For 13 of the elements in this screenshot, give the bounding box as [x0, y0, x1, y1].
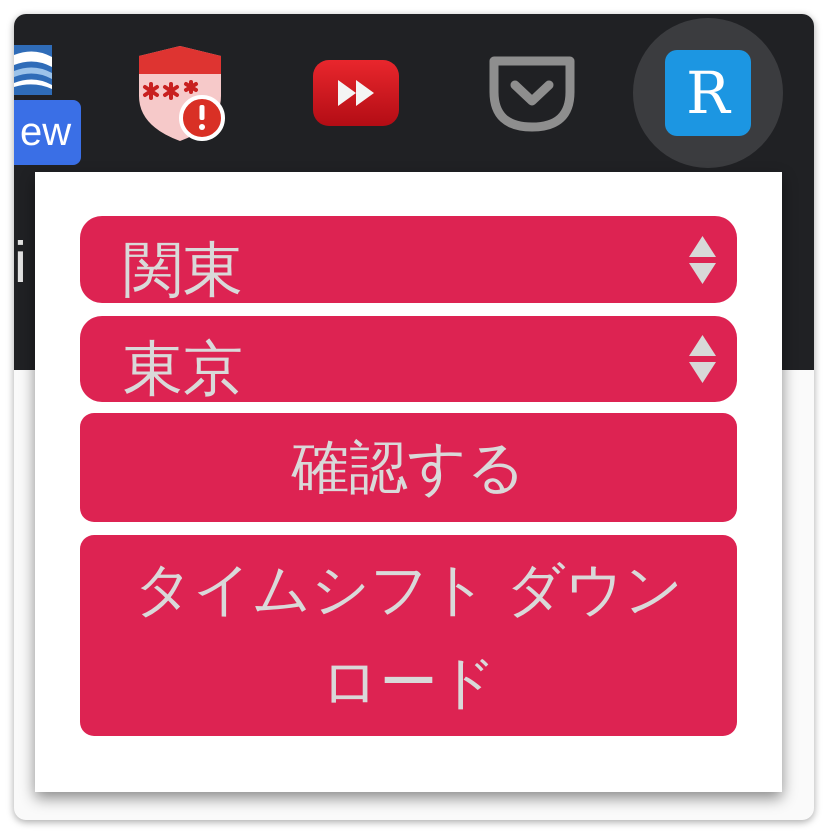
letter-logo: R — [665, 50, 751, 136]
action-button[interactable]: タイムシフト ダウンロード — [80, 535, 737, 736]
updown-arrows-icon — [688, 236, 717, 284]
shield-chevron-icon[interactable] — [487, 54, 577, 132]
dropdown-select[interactable]: 関東 — [80, 216, 737, 303]
extension-button[interactable]: R — [633, 18, 783, 168]
fast-forward-icon[interactable] — [313, 60, 399, 126]
dropdown-select[interactable]: 東京 — [80, 316, 737, 402]
page-text: i — [14, 234, 27, 292]
updown-arrows-icon — [688, 335, 717, 383]
action-button[interactable]: 確認する — [80, 413, 737, 522]
extension-badge: ew — [14, 100, 82, 165]
stripes-icon[interactable] — [14, 45, 52, 95]
